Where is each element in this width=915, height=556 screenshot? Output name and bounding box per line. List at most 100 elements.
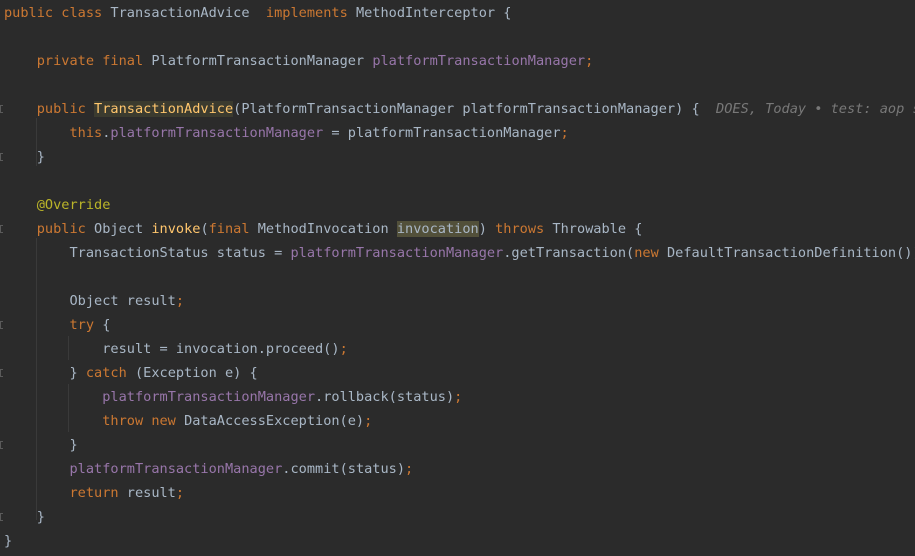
fold-marker-icon[interactable] [0,441,3,449]
code-line[interactable]: result = invocation.proceed(); [0,337,915,361]
code-text: public Object invoke(final MethodInvocat… [4,217,642,241]
code-token: ; [560,125,569,141]
code-token: MethodInterceptor { [355,5,512,21]
code-line[interactable] [0,265,915,289]
code-line[interactable]: Object result; [0,289,915,313]
code-line[interactable]: return result; [0,481,915,505]
code-text: platformTransactionManager.commit(status… [4,457,413,481]
code-token: @Override [4,197,111,213]
code-token: platformTransactionManager [372,53,586,69]
code-token: { [102,317,111,333]
code-token: public class [4,5,111,21]
code-token: } [4,365,86,381]
code-text: this.platformTransactionManager = platfo… [4,121,569,145]
code-text: @Override [4,193,111,217]
code-text: } [4,505,45,529]
code-text: TransactionStatus status = platformTrans… [4,241,915,265]
code-token: platformTransactionManager [69,461,283,477]
code-token: result [126,485,176,501]
code-line[interactable]: } [0,433,915,457]
code-text: } catch (Exception e) { [4,361,258,385]
code-line[interactable]: } [0,145,915,169]
code-text: private final PlatformTransactionManager… [4,49,594,73]
code-token: Object result [4,293,176,309]
code-token: public [4,221,95,237]
code-editor[interactable]: public class TransactionAdvice implement… [0,0,915,556]
code-token: public [4,101,95,117]
code-token: TransactionAdvice [110,5,266,21]
fold-marker-icon[interactable] [0,225,3,233]
code-line[interactable]: public TransactionAdvice(PlatformTransac… [0,97,915,121]
code-token: (Exception e) { [134,365,258,381]
code-text: try { [4,313,110,337]
code-token: platformTransactionManager [102,389,316,405]
code-line[interactable]: private final PlatformTransactionManager… [0,49,915,73]
code-token: MethodInvocation [257,221,397,237]
code-token: Object [94,221,152,237]
code-line[interactable] [0,73,915,97]
code-token: TransactionAdvice [94,101,234,117]
code-text: Object result; [4,289,184,313]
code-token: .rollback(status) [315,389,455,405]
code-line[interactable] [0,25,915,49]
code-token: Throwable { [552,221,643,237]
fold-marker-icon[interactable] [0,369,3,377]
code-token: invoke [151,221,201,237]
code-text: } [4,529,12,553]
code-line[interactable] [0,169,915,193]
fold-marker-icon[interactable] [0,513,3,521]
code-token: this [4,125,103,141]
code-token: = platformTransactionManager [323,125,561,141]
code-token: catch [85,365,135,381]
code-line[interactable]: @Override [0,193,915,217]
fold-marker-icon[interactable] [0,321,3,329]
code-token: DataAccessException(e) [184,413,365,429]
code-token: ) [478,221,496,237]
code-line[interactable]: } [0,529,915,553]
fold-marker-icon[interactable] [0,153,3,161]
code-token: (PlatformTransactionManager platformTran… [233,101,717,117]
code-token: } [4,509,45,525]
code-text: return result; [4,481,184,505]
code-line[interactable]: try { [0,313,915,337]
code-line[interactable]: TransactionStatus status = platformTrans… [0,241,915,265]
code-line[interactable]: public Object invoke(final MethodInvocat… [0,217,915,241]
code-text: platformTransactionManager.rollback(stat… [4,385,462,409]
code-token: throws [495,221,553,237]
code-token: platformTransactionManager [290,245,504,261]
code-text: public TransactionAdvice(PlatformTransac… [4,97,915,121]
code-line[interactable]: } [0,505,915,529]
code-token: invocation [396,221,479,237]
code-token: ; [405,461,414,477]
code-token: throw new [4,413,185,429]
code-token: TransactionStatus status = [4,245,291,261]
code-token: } [4,533,13,549]
code-text: } [4,145,45,169]
code-token: ; [364,413,373,429]
code-token: implements [265,5,356,21]
fold-marker-icon[interactable] [0,105,3,113]
code-text: public class TransactionAdvice implement… [4,1,511,25]
git-blame-annotation: DOES, Today • test: aop st [716,101,915,117]
code-token: ; [339,341,348,357]
code-token: try [4,317,103,333]
code-line[interactable]: this.platformTransactionManager = platfo… [0,121,915,145]
code-token: .getTransaction( [503,245,635,261]
code-token: PlatformTransactionManager [151,53,373,69]
code-token: result = invocation.proceed() [4,341,340,357]
code-line[interactable]: public class TransactionAdvice implement… [0,1,915,25]
code-text: throw new DataAccessException(e); [4,409,372,433]
code-text: } [4,433,77,457]
code-line[interactable]: } catch (Exception e) { [0,361,915,385]
code-token: ; [175,293,185,309]
code-line[interactable]: throw new DataAccessException(e); [0,409,915,433]
code-text: result = invocation.proceed(); [4,337,348,361]
code-token: platformTransactionManager [110,125,324,141]
code-token: new [634,245,667,261]
code-line[interactable]: platformTransactionManager.commit(status… [0,457,915,481]
code-token: ( [200,221,209,237]
code-line[interactable]: platformTransactionManager.rollback(stat… [0,385,915,409]
code-token: ; [454,389,463,405]
